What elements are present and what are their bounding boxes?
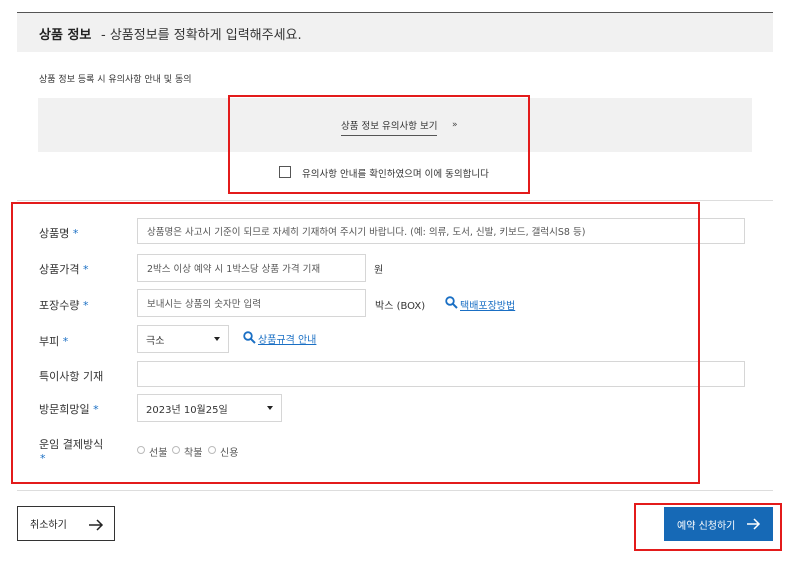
notice-label: 상품 정보 등록 시 유의사항 안내 및 동의 <box>39 75 192 85</box>
divider <box>17 490 773 491</box>
divider <box>17 200 773 201</box>
highlight-box-form <box>11 202 700 484</box>
cancel-button-label: 취소하기 <box>30 520 67 531</box>
highlight-box-submit <box>634 503 782 551</box>
section-title: 상품 정보 <box>39 28 92 43</box>
highlight-box-notice <box>228 95 530 194</box>
arrow-right-icon <box>89 519 104 531</box>
section-description: - 상품정보를 정확하게 입력해주세요. <box>101 28 302 43</box>
cancel-button[interactable]: 취소하기 <box>17 506 115 541</box>
